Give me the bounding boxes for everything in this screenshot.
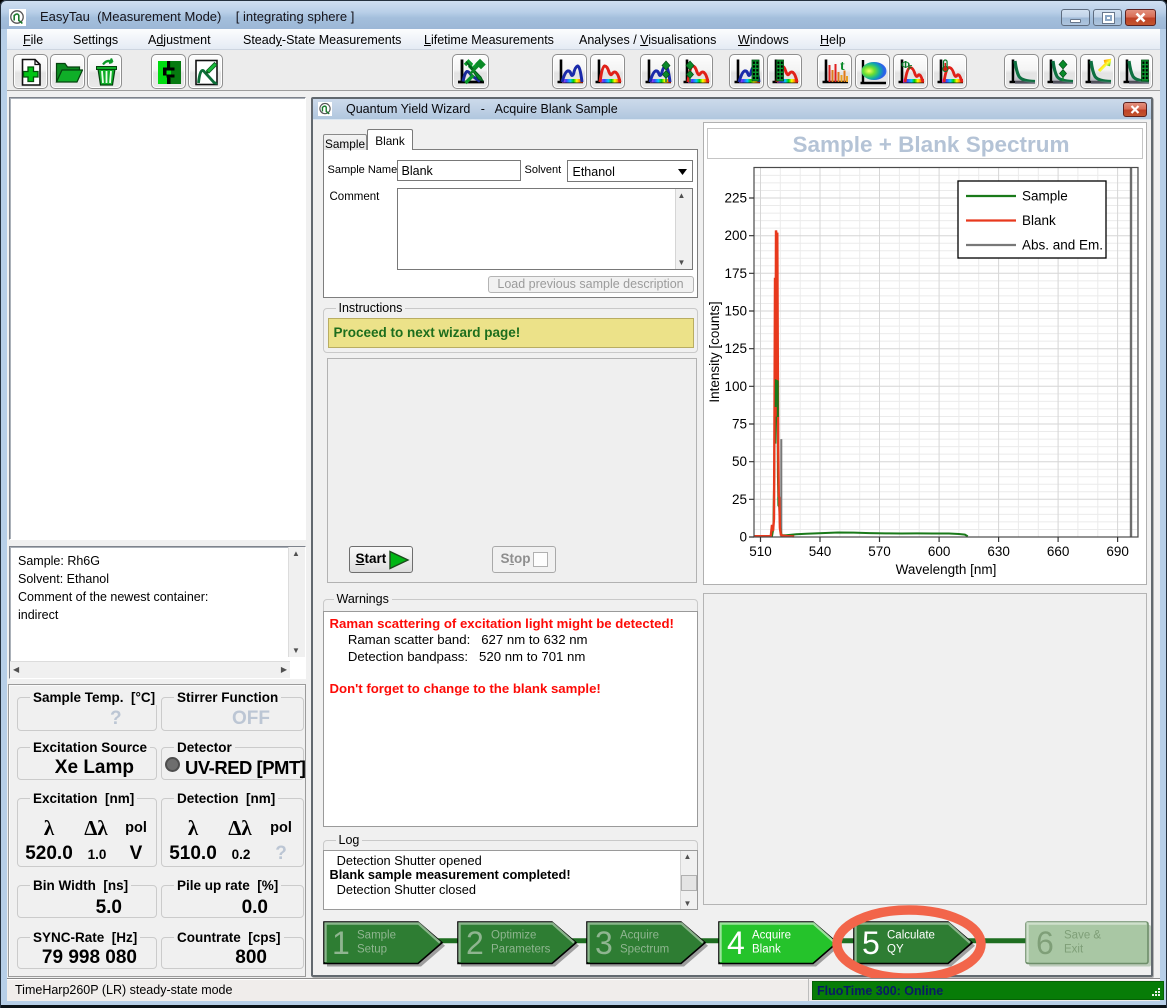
svg-text:50: 50 [732, 454, 747, 469]
svg-text:2: 2 [466, 925, 484, 961]
svg-text:Optimize: Optimize [491, 930, 536, 942]
svg-text:225: 225 [724, 191, 747, 206]
svg-text:Parameters: Parameters [491, 944, 551, 956]
svg-text:175: 175 [724, 266, 747, 281]
svg-text:630: 630 [987, 544, 1010, 559]
svg-text:150: 150 [724, 304, 747, 319]
svg-text:Intensity [counts]: Intensity [counts] [707, 301, 722, 402]
svg-text:Save &: Save & [1064, 930, 1101, 942]
svg-text:Spectrum: Spectrum [620, 944, 669, 956]
svg-text:125: 125 [724, 341, 747, 356]
svg-text:540: 540 [809, 544, 832, 559]
svg-text:Exit: Exit [1064, 944, 1084, 956]
svg-text:Setup: Setup [357, 944, 387, 956]
svg-text:4: 4 [727, 925, 745, 961]
svg-text:Sample: Sample [1022, 189, 1068, 204]
svg-text:Blank: Blank [752, 944, 781, 956]
svg-text:F: F [908, 65, 913, 72]
svg-text:Acquire: Acquire [620, 930, 659, 942]
svg-text:0: 0 [739, 530, 747, 545]
svg-text:200: 200 [724, 228, 747, 243]
svg-text:510: 510 [749, 544, 772, 559]
svg-text:75: 75 [732, 417, 747, 432]
svg-text:660: 660 [1047, 544, 1070, 559]
svg-text:QY: QY [887, 944, 904, 956]
svg-text:1: 1 [332, 925, 350, 961]
svg-text:Blank: Blank [1022, 213, 1056, 228]
svg-text:t: t [840, 59, 845, 74]
svg-text:Acquire: Acquire [752, 930, 791, 942]
svg-text:690: 690 [1106, 544, 1129, 559]
svg-text:6: 6 [1036, 925, 1054, 961]
svg-text:Abs. and Em.: Abs. and Em. [1022, 238, 1103, 253]
svg-text:570: 570 [868, 544, 891, 559]
svg-text:5: 5 [862, 925, 880, 961]
svg-text:600: 600 [928, 544, 951, 559]
svg-text:Sample + Blank Spectrum: Sample + Blank Spectrum [793, 132, 1070, 157]
svg-text:25: 25 [732, 492, 747, 507]
svg-text:3: 3 [595, 925, 613, 961]
svg-text:Sample: Sample [357, 930, 396, 942]
svg-text:Wavelength [nm]: Wavelength [nm] [896, 562, 997, 577]
svg-text:100: 100 [724, 379, 747, 394]
svg-text:Calculate: Calculate [887, 930, 935, 942]
